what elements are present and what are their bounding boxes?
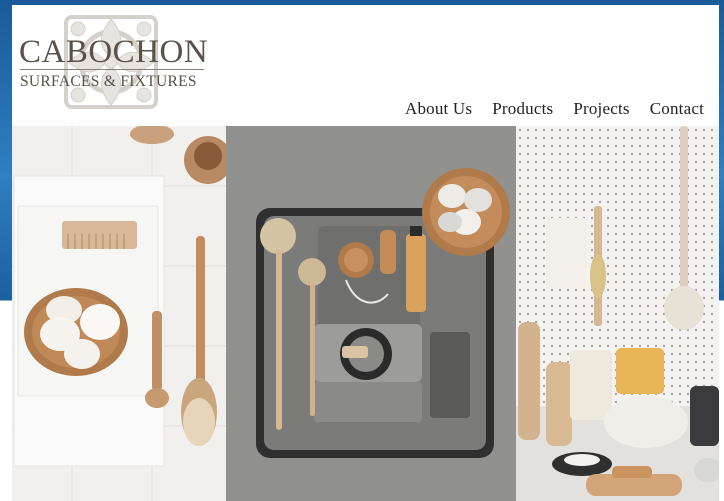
brand-tagline: SURFACES & FIXTURES — [20, 73, 197, 90]
nav-projects[interactable]: Projects — [573, 99, 629, 119]
hero-image-strip — [12, 126, 719, 501]
brand-name: CABOCHON — [19, 34, 209, 70]
cleaning-kit-photo — [226, 126, 516, 501]
main-nav: About Us Products Projects Contact — [405, 99, 704, 119]
site-header: CABOCHON SURFACES & FIXTURES About Us Pr… — [12, 5, 719, 126]
kitchen-pegboard-photo — [516, 126, 719, 501]
website-page: CABOCHON SURFACES & FIXTURES About Us Pr… — [12, 5, 719, 501]
nav-about-us[interactable]: About Us — [405, 99, 472, 119]
bath-accessories-photo — [12, 126, 226, 501]
nav-contact[interactable]: Contact — [650, 99, 704, 119]
brand-logo[interactable]: CABOCHON SURFACES & FIXTURES — [16, 7, 216, 119]
nav-products[interactable]: Products — [492, 99, 553, 119]
brand-divider — [20, 69, 204, 70]
